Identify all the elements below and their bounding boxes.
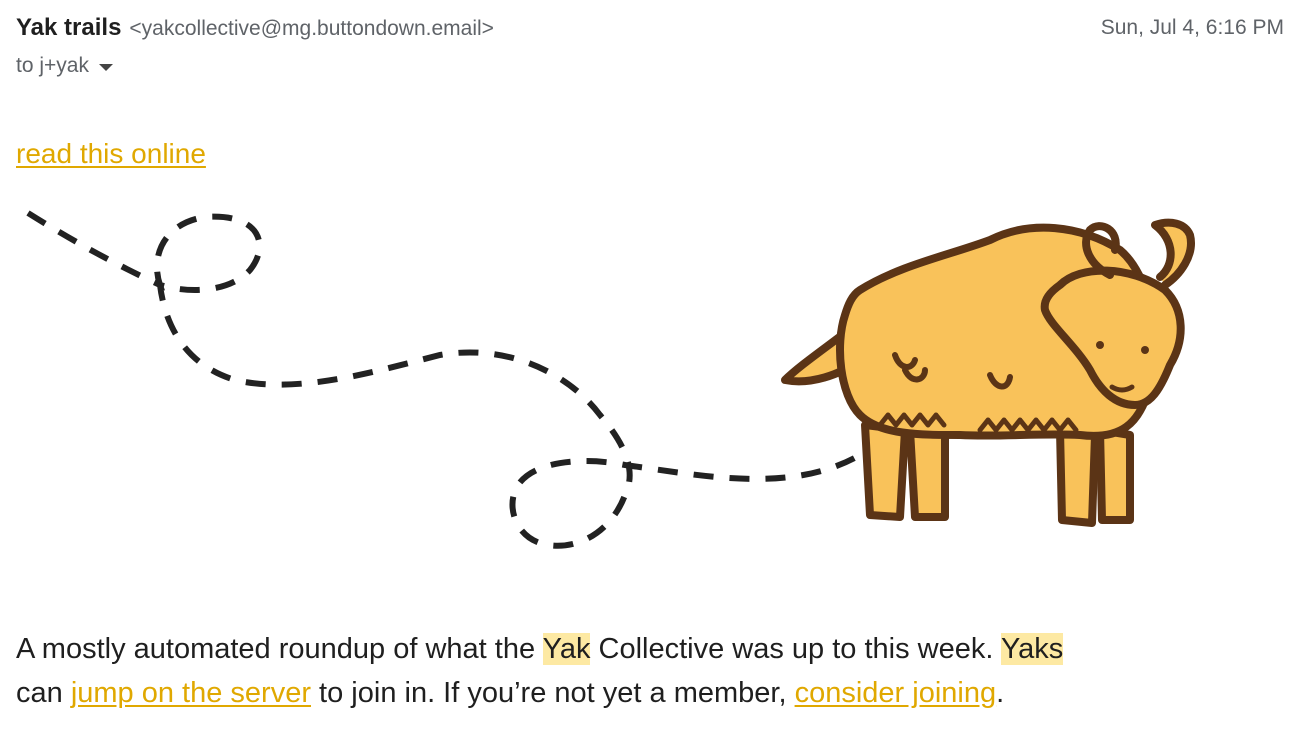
sender-email: <yakcollective@mg.buttondown.email> xyxy=(129,17,494,40)
body-text-segment: Collective was up to this week. xyxy=(590,633,1001,665)
server-link[interactable]: jump on the server xyxy=(71,677,311,709)
chevron-down-icon[interactable] xyxy=(98,63,113,71)
body-text-segment: to join in. If you’re not yet a member, xyxy=(311,677,795,709)
join-link[interactable]: consider joining xyxy=(795,677,997,709)
sender-info: Yak trails <yakcollective@mg.buttondown.… xyxy=(16,14,494,42)
body-text-segment: A mostly automated roundup of what the xyxy=(16,633,543,665)
email-date[interactable]: Sun, Jul 4, 6:16 PM xyxy=(1101,16,1284,40)
dashed-trail xyxy=(26,210,862,549)
sender-name[interactable]: Yak trails xyxy=(16,14,121,42)
recipient-details-toggle[interactable]: to j+yak xyxy=(16,54,113,78)
read-online-link[interactable]: read this online xyxy=(16,138,206,170)
recipient-label: to j+yak xyxy=(16,54,89,77)
search-highlight: Yak xyxy=(542,633,591,665)
email-body-paragraph: A mostly automated roundup of what the Y… xyxy=(16,627,1276,715)
yak-illustration xyxy=(26,210,1195,549)
search-highlight: Yaks xyxy=(1000,633,1064,665)
email-header: Yak trails <yakcollective@mg.buttondown.… xyxy=(16,10,1284,46)
body-text-segment: . xyxy=(996,677,1005,709)
yak-drawing xyxy=(781,218,1195,527)
body-text-segment: can xyxy=(16,677,71,709)
